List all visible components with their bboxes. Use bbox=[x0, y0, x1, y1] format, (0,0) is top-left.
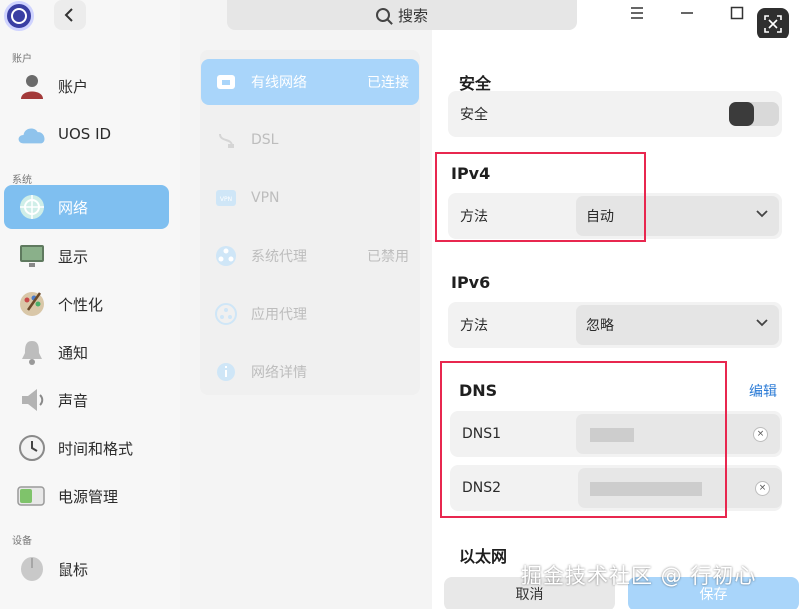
sidebar-item-network[interactable]: 网络 bbox=[4, 185, 169, 229]
sound-speaker-icon bbox=[16, 384, 48, 416]
sidebar-item-personalization[interactable]: 个性化 bbox=[4, 282, 169, 326]
security-label: 安全 bbox=[460, 107, 488, 123]
sidebar: 账户 账户 UOS ID 系统 网络 显示 个性化 通知 声音 时间和格式 电源… bbox=[0, 0, 180, 609]
watermark-text: 掘金技术社区 @ 行初心 bbox=[521, 564, 757, 588]
sidebar-item-sound[interactable]: 声音 bbox=[4, 378, 169, 422]
ipv4-highlight-box bbox=[435, 152, 646, 242]
sidebar-item-display[interactable]: 显示 bbox=[4, 234, 169, 278]
dns-edit-link[interactable]: 编辑 bbox=[749, 381, 777, 401]
network-menu-status: 已禁用 bbox=[367, 249, 409, 265]
clock-icon bbox=[16, 432, 48, 464]
dsl-icon bbox=[215, 129, 237, 151]
dns-highlight-box bbox=[440, 361, 727, 518]
sidebar-item-uos-id[interactable]: UOS ID bbox=[4, 112, 169, 156]
personalization-palette-icon bbox=[16, 288, 48, 320]
ipv6-method-row: 方法 忽略 bbox=[448, 302, 782, 348]
clear-icon[interactable]: × bbox=[753, 427, 768, 442]
system-proxy-icon bbox=[215, 245, 237, 267]
network-menu-label: 有线网络 bbox=[251, 75, 307, 91]
sidebar-item-label: 鼠标 bbox=[58, 560, 89, 579]
sidebar-item-label: 个性化 bbox=[58, 295, 104, 314]
network-menu-label: 应用代理 bbox=[251, 307, 307, 323]
toggle-knob bbox=[729, 102, 754, 126]
network-menu-item-vpn[interactable]: VPN VPN bbox=[201, 175, 419, 221]
sidebar-item-account[interactable]: 账户 bbox=[4, 64, 169, 108]
display-monitor-icon bbox=[16, 240, 48, 272]
network-menu-item-system-proxy[interactable]: 系统代理 已禁用 bbox=[201, 233, 419, 279]
ipv6-method-select[interactable]: 忽略 bbox=[576, 305, 779, 345]
chevron-down-icon bbox=[756, 210, 768, 218]
vpn-icon: VPN bbox=[215, 187, 237, 209]
sidebar-section-devices: 设备 bbox=[12, 536, 32, 547]
battery-icon bbox=[16, 480, 48, 512]
sidebar-section-system: 系统 bbox=[12, 175, 32, 186]
sidebar-item-power[interactable]: 电源管理 bbox=[4, 474, 169, 518]
screenshot-icon bbox=[764, 15, 782, 33]
network-menu-item-details[interactable]: 网络详情 bbox=[201, 349, 419, 395]
sidebar-item-notification[interactable]: 通知 bbox=[4, 330, 169, 374]
network-menu-label: DSL bbox=[251, 132, 279, 148]
clear-icon[interactable]: × bbox=[755, 481, 770, 496]
minimize-icon[interactable] bbox=[674, 2, 700, 24]
ipv6-method-label: 方法 bbox=[460, 318, 488, 334]
sidebar-item-label: 通知 bbox=[58, 343, 89, 362]
info-icon bbox=[215, 361, 237, 383]
search-label: 搜索 bbox=[397, 6, 428, 25]
sidebar-section-account: 账户 bbox=[12, 54, 32, 65]
network-menu-label: 系统代理 bbox=[251, 249, 307, 265]
app-proxy-icon bbox=[215, 303, 237, 325]
sidebar-item-label: 显示 bbox=[58, 247, 89, 266]
network-menu-item-dsl[interactable]: DSL bbox=[201, 117, 419, 163]
security-row: 安全 bbox=[448, 91, 782, 137]
account-avatar-icon bbox=[16, 70, 48, 102]
wired-network-icon bbox=[215, 71, 237, 93]
network-menu-item-app-proxy[interactable]: 应用代理 bbox=[201, 291, 419, 337]
search-bar[interactable]: 搜索 bbox=[227, 0, 577, 30]
network-menu-label: 网络详情 bbox=[251, 365, 307, 381]
sidebar-item-label: 时间和格式 bbox=[58, 439, 134, 458]
chevron-down-icon bbox=[756, 319, 768, 327]
app-logo-icon bbox=[4, 1, 34, 31]
sidebar-item-label: 电源管理 bbox=[58, 487, 119, 506]
search-icon bbox=[375, 8, 390, 22]
mouse-icon bbox=[16, 553, 48, 585]
screenshot-button[interactable] bbox=[757, 8, 789, 40]
network-menu-item-wired[interactable]: 有线网络 已连接 bbox=[201, 59, 419, 105]
ipv6-heading: IPv6 bbox=[451, 273, 491, 292]
sidebar-item-label: 网络 bbox=[58, 198, 89, 217]
maximize-icon[interactable] bbox=[724, 2, 750, 24]
security-toggle[interactable] bbox=[729, 102, 779, 126]
ethernet-heading: 以太网 bbox=[459, 547, 508, 566]
cloud-icon bbox=[16, 118, 48, 150]
network-menu-label: VPN bbox=[251, 190, 280, 206]
sidebar-item-time-format[interactable]: 时间和格式 bbox=[4, 426, 169, 470]
svg-text:VPN: VPN bbox=[220, 196, 232, 203]
network-menu-status: 已连接 bbox=[367, 75, 409, 91]
network-globe-icon bbox=[16, 191, 48, 223]
sidebar-item-mouse[interactable]: 鼠标 bbox=[4, 547, 169, 591]
sidebar-item-label: 声音 bbox=[58, 391, 89, 410]
notification-bell-icon bbox=[16, 336, 48, 368]
sidebar-item-label: 账户 bbox=[58, 77, 89, 96]
hamburger-icon[interactable] bbox=[624, 2, 650, 24]
ipv6-method-value: 忽略 bbox=[586, 318, 614, 334]
back-button[interactable] bbox=[54, 0, 86, 30]
sidebar-item-label: UOS ID bbox=[58, 125, 112, 143]
chevron-left-icon bbox=[64, 8, 73, 22]
